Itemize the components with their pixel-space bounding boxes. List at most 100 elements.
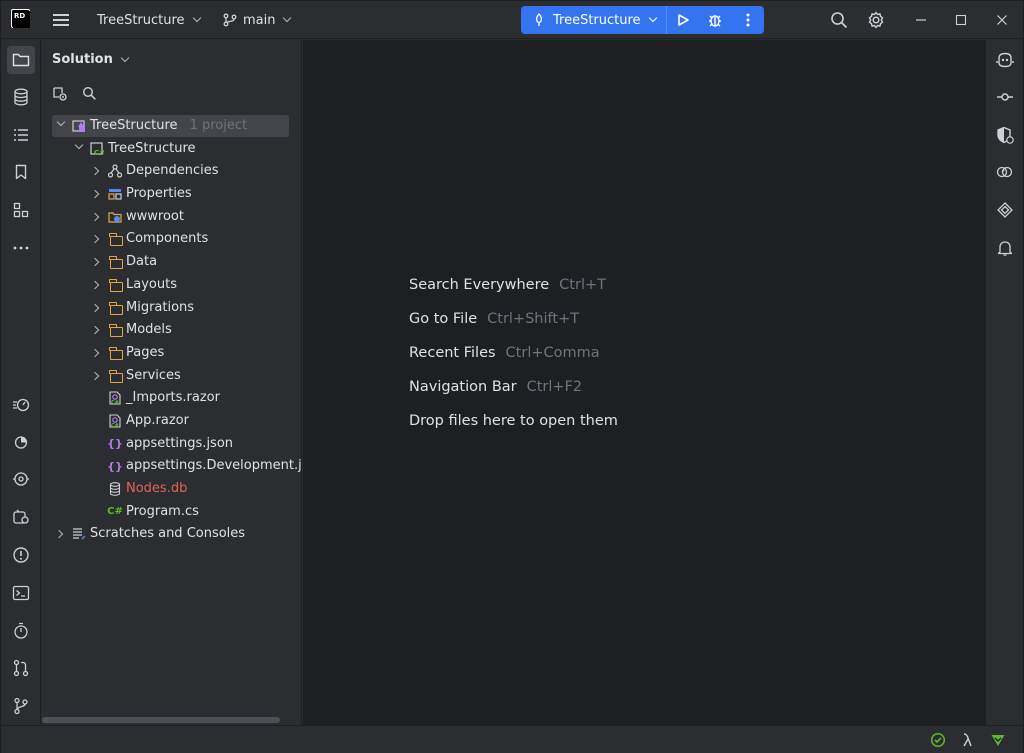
project-switcher[interactable]: TreeStructure — [97, 1, 201, 39]
commit-tool-button[interactable] — [991, 83, 1019, 111]
tree-node-label: Pages — [126, 344, 165, 360]
panel-horizontal-scrollbar[interactable] — [42, 717, 280, 723]
inspections-ok-button[interactable] — [929, 731, 947, 749]
chevron-down-icon — [648, 13, 657, 23]
chevron-down-icon — [192, 13, 201, 23]
chevron-right-icon[interactable] — [54, 530, 64, 539]
nuget-icon — [997, 202, 1013, 218]
editor-area[interactable]: Search Everywhere Ctrl+T Go to File Ctrl… — [303, 40, 985, 725]
pull-request-icon — [13, 659, 29, 677]
hint-go-to-file[interactable]: Go to File Ctrl+Shift+T — [409, 302, 618, 336]
title-bar: RD TreeStructure main TreeStructure — [1, 1, 1023, 39]
dynamic-program-analysis-button[interactable] — [7, 390, 35, 418]
chevron-right-icon[interactable] — [90, 235, 100, 244]
tree-node-data[interactable]: Data — [42, 251, 301, 274]
git-tool-button[interactable] — [7, 692, 35, 720]
terminal-tool-button[interactable] — [7, 579, 35, 607]
chevron-right-icon[interactable] — [90, 303, 100, 312]
play-icon — [677, 14, 689, 26]
folder-icon — [109, 301, 123, 317]
run-config-label: TreeStructure — [553, 12, 641, 28]
project-tool-button[interactable] — [7, 46, 35, 74]
tree-node-scratches[interactable]: Scratches and Consoles — [42, 523, 301, 546]
nuget-tool-button[interactable] — [991, 196, 1019, 224]
search-button[interactable] — [819, 1, 859, 39]
tree-node-label: Components — [126, 231, 209, 247]
tree-node-program-cs[interactable]: C# Program.cs — [42, 501, 301, 524]
settings-button[interactable] — [856, 1, 896, 39]
razor-file-icon: C# — [108, 391, 122, 405]
search-tree-button[interactable] — [82, 86, 97, 106]
minimize-button[interactable] — [901, 1, 941, 39]
hint-navigation-bar[interactable]: Navigation Bar Ctrl+F2 — [409, 370, 618, 404]
shortcut-label: Ctrl+F2 — [526, 379, 583, 395]
tree-node-migrations[interactable]: Migrations — [42, 297, 301, 320]
ai-assistant-button[interactable] — [991, 46, 1019, 74]
services-icon — [13, 472, 29, 486]
vcs-status-button[interactable] — [989, 731, 1007, 749]
close-button[interactable] — [982, 1, 1022, 39]
chevron-right-icon[interactable] — [90, 280, 100, 290]
tree-node-label: Data — [126, 254, 158, 270]
rider-logo-icon: RD — [11, 9, 30, 28]
coverage-tool-button[interactable] — [7, 428, 35, 456]
branch-switcher[interactable]: main — [223, 1, 292, 39]
security-tool-button[interactable] — [991, 121, 1019, 149]
chevron-right-icon[interactable] — [90, 212, 100, 221]
structure-tool-button[interactable] — [7, 121, 35, 149]
tree-node-app-razor[interactable]: C# App.razor — [42, 410, 301, 433]
tree-node-pages[interactable]: Pages — [42, 342, 301, 365]
debug-button[interactable] — [699, 6, 731, 34]
web-folder-icon — [108, 210, 122, 224]
folder-icon — [109, 369, 123, 385]
services-tool-button[interactable] — [7, 465, 35, 493]
tree-node-label: App.razor — [126, 412, 189, 428]
chevron-right-icon[interactable] — [90, 167, 100, 176]
hamburger-icon — [53, 11, 69, 29]
tree-node-label: wwwroot — [126, 208, 184, 224]
database-file-icon — [108, 482, 122, 496]
more-actions-button[interactable] — [732, 6, 764, 34]
notifications-button[interactable] — [991, 234, 1019, 262]
tree-node-nodes-db[interactable]: Nodes.db — [42, 478, 301, 501]
tree-node-layouts[interactable]: Layouts — [42, 274, 301, 297]
tree-node-project[interactable]: C# TreeStructure — [42, 138, 301, 161]
tree-node-appsettings-development-json[interactable]: {} appsettings.Development.json — [42, 455, 301, 478]
debug-tool-button[interactable] — [7, 503, 35, 531]
chevron-right-icon[interactable] — [90, 371, 100, 380]
tree-node-solution[interactable]: TreeStructure 1 project — [42, 115, 301, 138]
run-button[interactable] — [667, 6, 699, 34]
project-name: TreeStructure — [97, 12, 185, 28]
chevron-down-icon[interactable] — [74, 140, 84, 149]
timer-tool-button[interactable] — [7, 617, 35, 645]
tree-node-properties[interactable]: Properties — [42, 183, 301, 206]
folder-icon — [12, 53, 30, 67]
main-menu-button[interactable] — [53, 1, 71, 39]
tree-node-imports-razor[interactable]: C# _Imports.razor — [42, 387, 301, 410]
endpoints-tool-button[interactable] — [991, 158, 1019, 186]
bookmarks-tool-button[interactable] — [7, 158, 35, 186]
tree-node-services[interactable]: Services — [42, 365, 301, 388]
chevron-right-icon[interactable] — [90, 257, 100, 267]
hint-recent-files[interactable]: Recent Files Ctrl+Comma — [409, 336, 618, 370]
tree-node-components[interactable]: Components — [42, 228, 301, 251]
maximize-button[interactable] — [941, 1, 981, 39]
explorer-tool-button[interactable] — [7, 196, 35, 224]
tree-node-appsettings-json[interactable]: {} appsettings.json — [42, 433, 301, 456]
chevron-right-icon[interactable] — [90, 348, 100, 358]
problems-tool-button[interactable] — [7, 541, 35, 569]
debug-icon — [13, 509, 29, 524]
chevron-right-icon[interactable] — [90, 325, 100, 335]
hint-search-everywhere[interactable]: Search Everywhere Ctrl+T — [409, 268, 618, 302]
tree-node-dependencies[interactable]: Dependencies — [42, 160, 301, 183]
database-tool-button[interactable] — [7, 83, 35, 111]
more-tools-button[interactable] — [7, 234, 35, 262]
run-configuration-selector[interactable]: TreeStructure — [521, 6, 667, 34]
solution-view-selector[interactable]: Solution — [52, 52, 130, 67]
pull-requests-tool-button[interactable] — [7, 654, 35, 682]
locate-file-button[interactable] — [52, 86, 68, 106]
chevron-right-icon[interactable] — [90, 189, 100, 199]
tree-node-wwwroot[interactable]: wwwroot — [42, 206, 301, 229]
code-vision-button[interactable] — [959, 731, 977, 749]
tree-node-models[interactable]: Models — [42, 319, 301, 342]
